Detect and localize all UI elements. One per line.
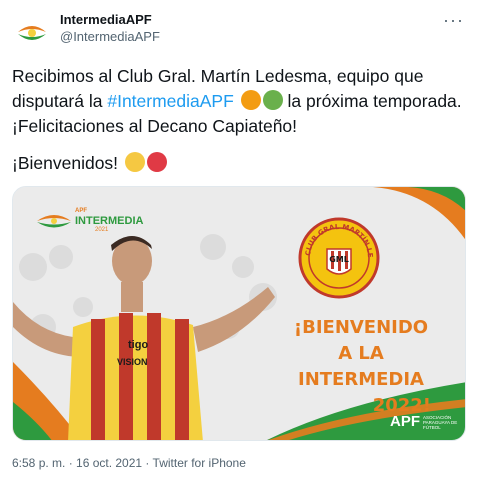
crest-monogram: GML [329, 255, 349, 264]
card-logo-apf: APF [75, 208, 87, 214]
jersey-sponsor-1: tigo [128, 339, 149, 351]
headline-line2: A LA INTERMEDIA [298, 343, 424, 390]
welcome-text: ¡Bienvenidos! [12, 153, 119, 173]
apf-subtitle: ASOCIACIÓN PARAGUAYA DE FÚTBOL [423, 415, 458, 430]
tweet-welcome: ¡Bienvenidos! [12, 152, 167, 174]
tweet: IntermediaAPF @IntermediaAPF ··· Recibim… [0, 0, 478, 485]
yellow-circle-emoji [124, 152, 145, 172]
card-logo-year: 2021 [95, 227, 109, 233]
card-logo-intermedia: INTERMEDIA [75, 215, 144, 227]
avatar[interactable] [12, 12, 52, 52]
tweet-text: Recibimos al Club Gral. Martín Ledesma, … [12, 64, 467, 139]
green-circle-emoji [262, 90, 283, 110]
hashtag-link[interactable]: #IntermediaAPF [107, 91, 233, 111]
orange-circle-emoji [240, 90, 261, 110]
club-crest-icon: CLUB GRAL MARTÍN LEDESMA GML [298, 217, 380, 299]
intermedia-logo-icon [12, 12, 52, 52]
headline-line1: ¡BIENVENIDO [293, 317, 429, 338]
tweet-timestamp[interactable]: 6:58 p. m. · 16 oct. 2021 · Twitter for … [12, 456, 246, 470]
more-options-icon[interactable]: ··· [443, 10, 464, 31]
apf-logo: APF [390, 413, 420, 430]
red-circle-emoji [146, 152, 167, 172]
media-image[interactable]: APF INTERMEDIA 2021 CLUB GRAL MARTÍN LED… [12, 186, 466, 441]
card-headline: ¡BIENVENIDO A LA INTERMEDIA 2022! [281, 315, 441, 419]
user-name[interactable]: IntermediaAPF [60, 12, 152, 27]
user-handle[interactable]: @IntermediaAPF [60, 29, 160, 44]
jersey-sponsor-2: VISION [117, 357, 148, 367]
intermedia-card-logo-icon [37, 215, 71, 228]
